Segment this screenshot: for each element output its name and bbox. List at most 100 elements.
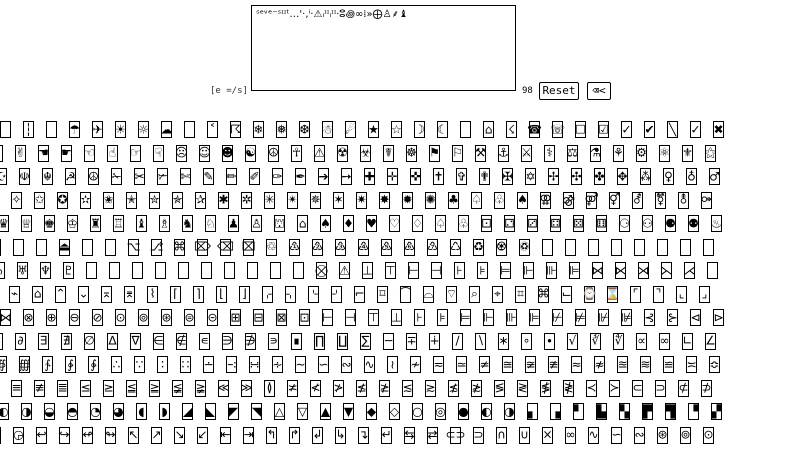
glyph-key[interactable]: ∼: [295, 356, 306, 373]
glyph-key[interactable]: ≃: [456, 356, 467, 373]
glyph-key[interactable]: ✁: [111, 168, 122, 185]
glyph-key[interactable]: ⊬: [552, 309, 563, 326]
glyph-key[interactable]: ≊: [617, 356, 628, 373]
glyph-key[interactable]: ∩: [496, 426, 507, 444]
glyph-key[interactable]: ⊘: [92, 309, 103, 326]
glyph-key[interactable]: ⌎: [308, 285, 319, 303]
glyph-key[interactable]: ▘: [573, 403, 584, 420]
glyph-key[interactable]: ♷: [381, 238, 392, 256]
glyph-key[interactable]: ☮: [268, 144, 279, 162]
glyph-key[interactable]: ⌚: [582, 285, 597, 303]
glyph-key[interactable]: ∰: [18, 356, 31, 373]
glyph-key[interactable]: ⊅: [701, 379, 712, 397]
glyph-key[interactable]: ♄: [0, 262, 5, 279]
glyph-key[interactable]: ☛: [61, 144, 72, 162]
glyph-key[interactable]: [680, 238, 691, 256]
glyph-key[interactable]: ⊳: [713, 309, 724, 326]
glyph-key[interactable]: ♶: [358, 238, 369, 256]
glyph-key[interactable]: ∂: [15, 332, 26, 350]
glyph-key[interactable]: ✠: [502, 168, 513, 185]
glyph-key[interactable]: ✪: [57, 191, 68, 209]
glyph-key[interactable]: [565, 238, 576, 256]
glyph-key[interactable]: ✹: [402, 191, 413, 209]
glyph-key[interactable]: ♁: [686, 168, 697, 185]
glyph-key[interactable]: ▝: [688, 403, 699, 420]
glyph-key[interactable]: ♦: [343, 215, 354, 232]
glyph-key[interactable]: ☬: [42, 168, 53, 185]
glyph-key[interactable]: ☞: [130, 144, 141, 162]
glyph-key[interactable]: [270, 262, 281, 279]
glyph-key[interactable]: ⊮: [598, 309, 609, 326]
glyph-key[interactable]: ∴: [111, 356, 122, 373]
glyph-key[interactable]: [201, 262, 212, 279]
glyph-key[interactable]: ☐: [575, 121, 586, 138]
glyph-key[interactable]: ↘: [174, 426, 185, 444]
glyph-key[interactable]: ≬: [264, 379, 275, 397]
glyph-key[interactable]: ∑: [360, 332, 371, 350]
glyph-key[interactable]: ◎: [435, 403, 446, 420]
glyph-key[interactable]: ∍: [268, 332, 279, 350]
glyph-key[interactable]: ▙: [596, 403, 607, 420]
glyph-key[interactable]: ☇: [506, 121, 517, 138]
glyph-key[interactable]: ↫: [82, 426, 93, 444]
glyph-key[interactable]: ⌘: [174, 238, 186, 256]
glyph-key[interactable]: ⌁: [9, 285, 20, 303]
glyph-key[interactable]: ⌇: [147, 285, 158, 303]
glyph-key[interactable]: ●: [458, 403, 469, 420]
glyph-key[interactable]: ◓: [67, 403, 78, 420]
glyph-key[interactable]: ⌫: [217, 238, 234, 256]
glyph-key[interactable]: ⚀: [481, 215, 492, 232]
glyph-key[interactable]: ∆: [107, 332, 118, 350]
glyph-key[interactable]: [132, 262, 143, 279]
glyph-key[interactable]: ✄: [180, 168, 191, 185]
glyph-key[interactable]: ♗: [159, 215, 170, 232]
glyph-key[interactable]: ♧: [494, 191, 505, 209]
glyph-key[interactable]: ≮: [310, 379, 321, 397]
glyph-key[interactable]: ≎: [709, 356, 720, 373]
glyph-key[interactable]: ⚤: [584, 191, 599, 209]
glyph-key[interactable]: [184, 121, 195, 138]
glyph-key[interactable]: ♺: [450, 238, 461, 256]
glyph-key[interactable]: ⌈: [170, 285, 181, 303]
glyph-key[interactable]: ⊨: [500, 262, 511, 279]
glyph-key[interactable]: ≤: [80, 379, 91, 397]
glyph-key[interactable]: ♞: [182, 215, 193, 232]
glyph-key[interactable]: ⌟: [699, 285, 710, 303]
glyph-key[interactable]: ⛫: [274, 215, 285, 232]
glyph-key[interactable]: ♼: [496, 238, 507, 256]
glyph-key[interactable]: ★: [368, 121, 379, 138]
glyph-key[interactable]: ☼: [138, 121, 149, 138]
glyph-key[interactable]: ⊢: [408, 262, 419, 279]
glyph-key[interactable]: ∇: [130, 332, 141, 350]
glyph-key[interactable]: ⊫: [529, 309, 540, 326]
glyph-key[interactable]: [0, 144, 3, 162]
glyph-key[interactable]: ⊝: [207, 309, 218, 326]
glyph-key[interactable]: ≪: [217, 379, 230, 397]
glyph-key[interactable]: ⌋: [239, 285, 250, 303]
glyph-key[interactable]: [0, 121, 11, 138]
glyph-key[interactable]: ⚠: [339, 262, 350, 279]
glyph-key[interactable]: ✷: [356, 191, 367, 209]
glyph-key[interactable]: ∸: [203, 356, 214, 373]
glyph-key[interactable]: ⊩: [483, 309, 494, 326]
glyph-key[interactable]: ✣: [571, 168, 582, 185]
glyph-key[interactable]: ⊱: [667, 309, 678, 326]
glyph-key[interactable]: ∶: [157, 356, 168, 373]
glyph-key[interactable]: ⌃: [55, 285, 66, 303]
glyph-key[interactable]: ☻: [221, 144, 234, 162]
glyph-key[interactable]: ∵: [134, 356, 145, 373]
glyph-key[interactable]: ⌉: [193, 285, 204, 303]
glyph-key[interactable]: ∿: [588, 426, 599, 444]
glyph-key[interactable]: ✮: [149, 191, 160, 209]
glyph-key[interactable]: △: [274, 403, 285, 420]
glyph-key[interactable]: ⊖: [69, 309, 80, 326]
glyph-key[interactable]: [82, 238, 93, 256]
text-output-field[interactable]: ˢᵉᵛᵉ⁻ˢᶦᶦᵗ…'·,ⁱ·⚠ᵢᶦᶦᵢᶦᶦ⸱ⵓ꩜∞⁞»⨁♙⸙♝: [251, 5, 516, 91]
glyph-key[interactable]: ∱: [42, 356, 53, 373]
glyph-key[interactable]: ⌥: [127, 238, 140, 256]
glyph-key[interactable]: ◶: [13, 426, 24, 444]
glyph-key[interactable]: ∔: [429, 332, 440, 350]
glyph-key[interactable]: ☹: [175, 144, 188, 162]
glyph-key[interactable]: ☤: [383, 144, 394, 162]
glyph-key[interactable]: ⊜: [184, 309, 195, 326]
